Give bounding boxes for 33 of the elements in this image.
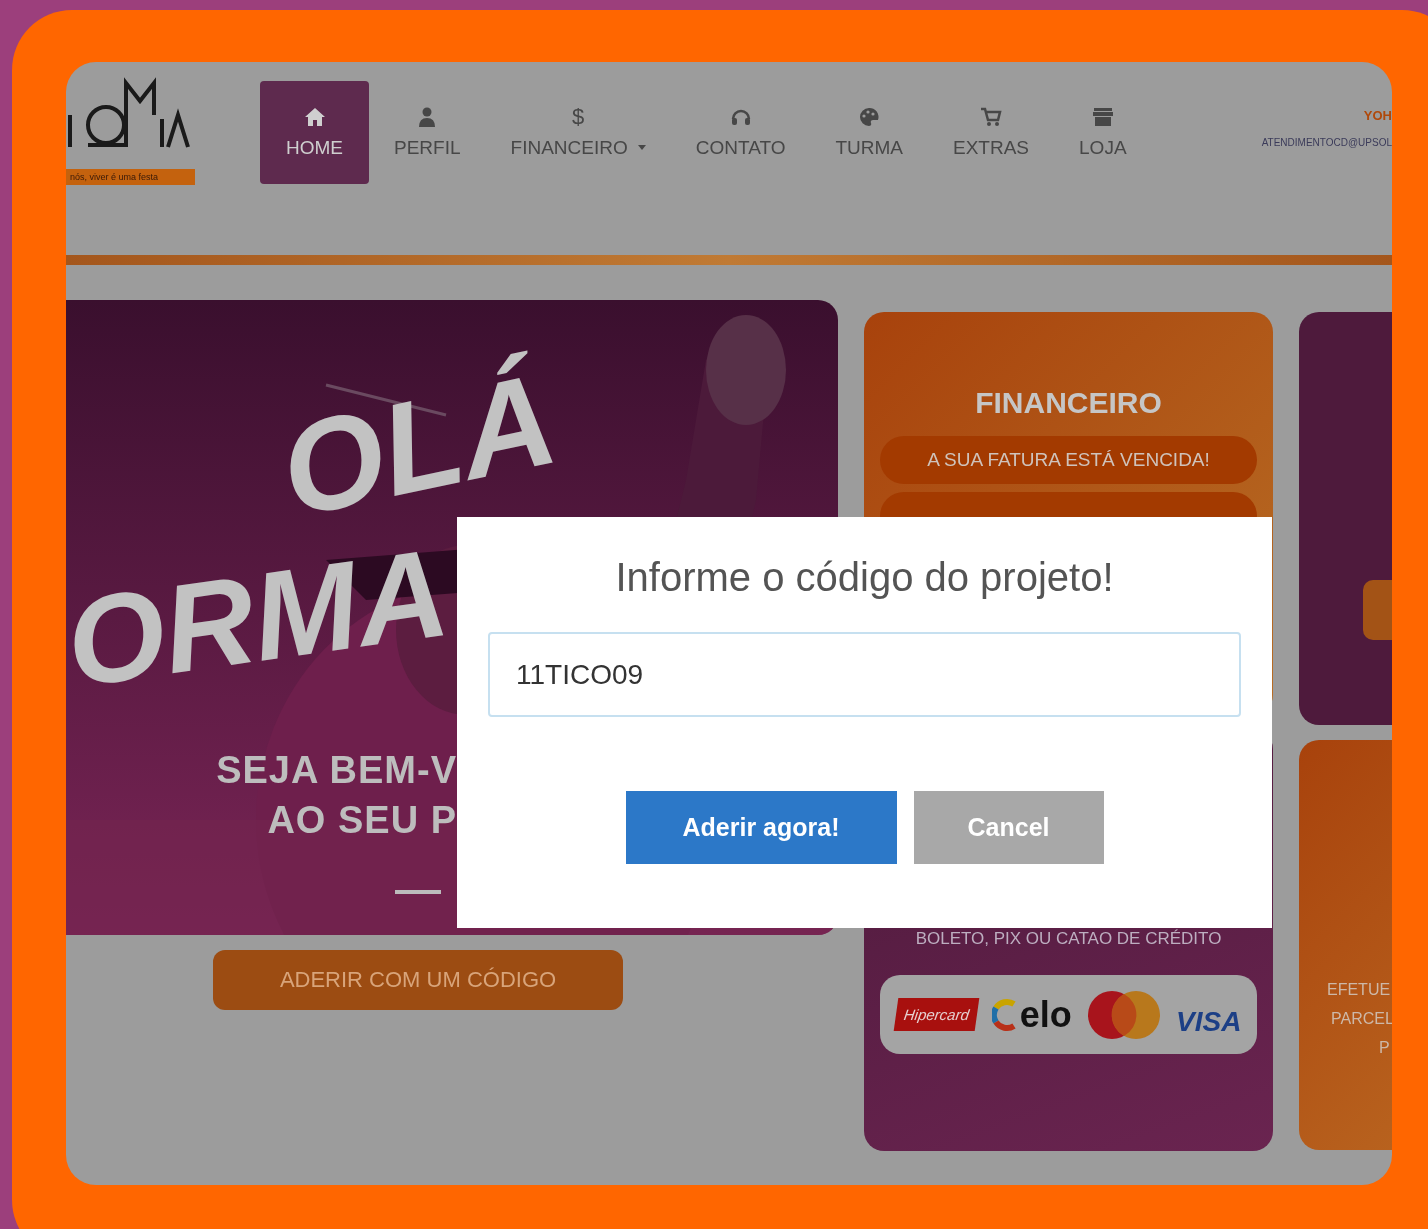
nav-tab[interactable]: PERFIL: [369, 81, 486, 184]
card-title: FINANCEIRO: [975, 386, 1162, 420]
input-field[interactable]: 11TICO09: [488, 632, 1241, 717]
card-brand-logo: Hipercard: [893, 998, 979, 1031]
user-name: YOH: [1363, 108, 1392, 123]
welcome-text: AO SEU P: [267, 798, 457, 843]
cart-icon: [980, 106, 1003, 127]
card-text: P: [1378, 1038, 1391, 1058]
brand-name: VISA: [1176, 1005, 1242, 1038]
user-email: ATENDIMENTOCD@UPSOL: [1261, 137, 1392, 148]
nav-tab[interactable]: $ FINANCEIRO: [485, 81, 671, 184]
ring-icon: [991, 997, 1018, 1032]
nav-tab[interactable]: EXTRAS: [928, 81, 1055, 184]
store-icon: [1091, 106, 1114, 127]
overdue-alert: A SUA FATURA ESTÁ VENCIDA!: [880, 436, 1257, 484]
circles-logo-icon: [1086, 989, 1161, 1040]
nav-tab[interactable]: LOJA: [1054, 81, 1152, 184]
user-icon: [418, 106, 437, 127]
nav-tab[interactable]: CONTATO: [670, 81, 811, 184]
welcome-text: SEJA BEM-V: [216, 748, 457, 793]
payment-methods-text: BOLETO, PIX OU CATAO DE CRÉDITO: [915, 929, 1222, 949]
dialog-title: Informe o código do projeto!: [615, 555, 1114, 600]
card-text: EFETUE: [1326, 980, 1392, 1000]
nav-tab[interactable]: TURMA: [810, 81, 928, 184]
join-code-button[interactable]: ADERIR COM UM CÓDIGO: [213, 950, 623, 1010]
palette-icon: [858, 106, 881, 127]
cancel-button[interactable]: Cancel: [913, 791, 1104, 864]
tagline: nós, viver é uma festa: [66, 169, 195, 185]
home-icon: [303, 106, 326, 127]
card-button[interactable]: [1363, 580, 1392, 640]
nav-tab[interactable]: HOME: [260, 81, 369, 184]
brand-name: elo: [1019, 996, 1072, 1033]
confirm-button[interactable]: Aderir agora!: [625, 791, 897, 864]
